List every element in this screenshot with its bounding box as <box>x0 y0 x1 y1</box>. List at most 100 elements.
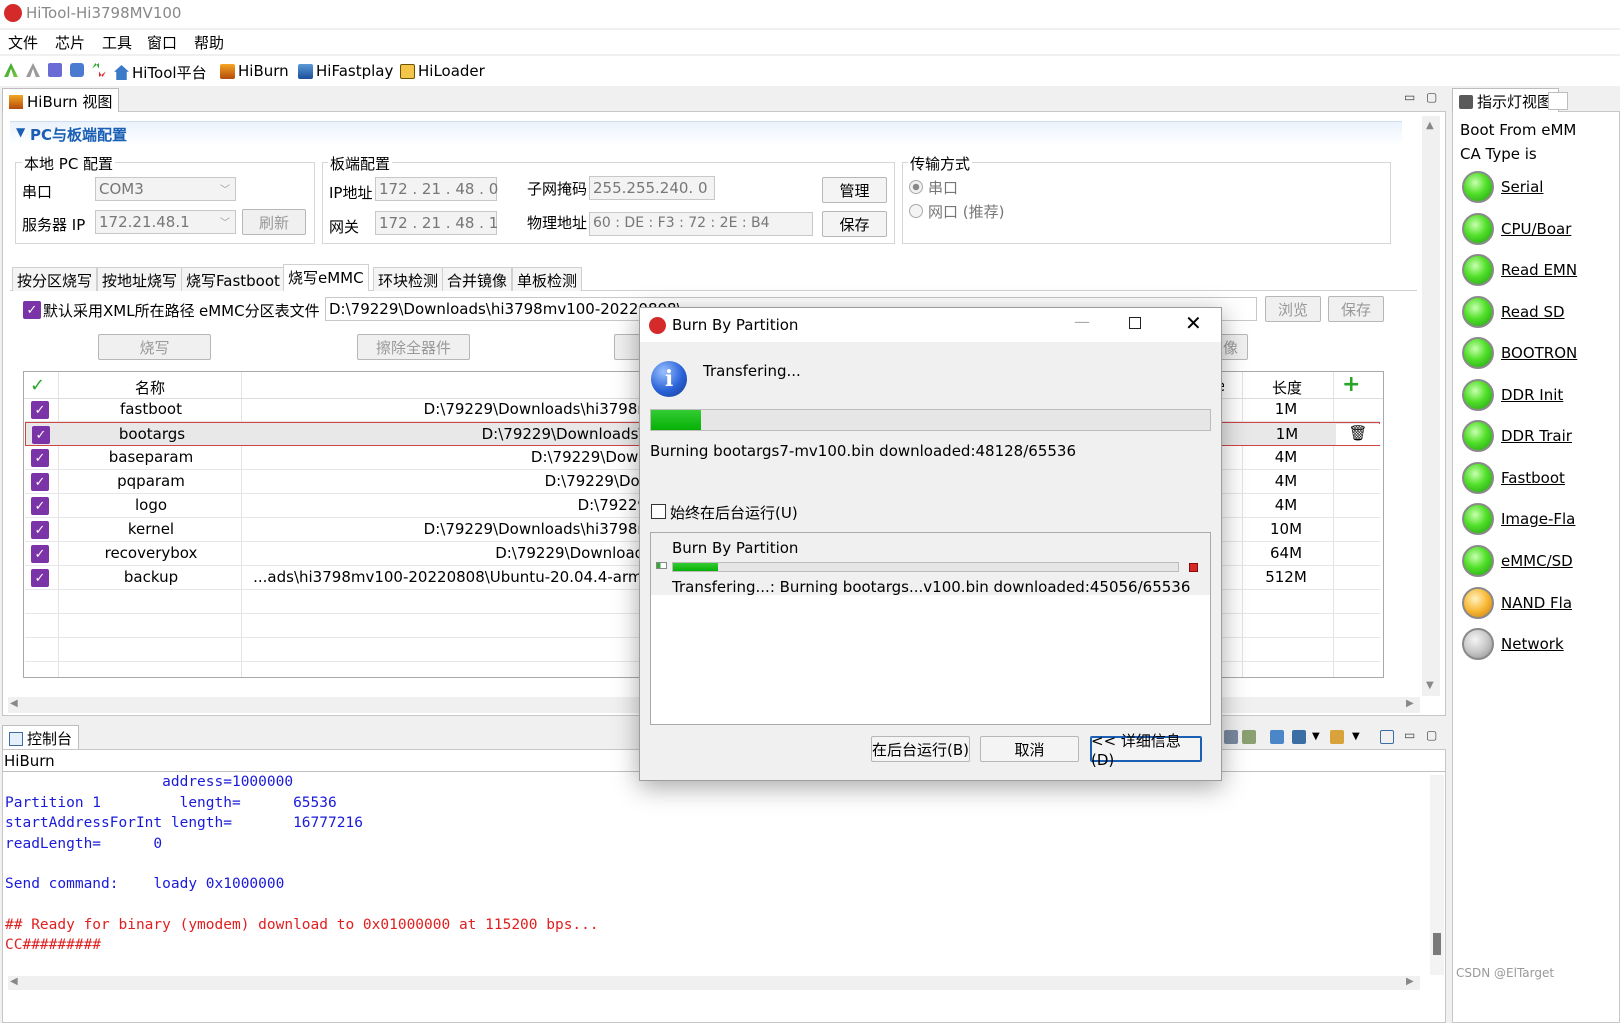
console-minimize-icon[interactable]: ▭ <box>1404 728 1415 742</box>
led-image-flash-label[interactable]: Image-Fla <box>1501 510 1575 528</box>
xml-default-checkbox[interactable]: ✓ <box>23 301 41 319</box>
tab-console[interactable]: 控制台 <box>2 725 80 749</box>
toolbar-hiburn[interactable]: HiBurn <box>220 62 289 80</box>
console-vertical-scrollbar[interactable] <box>1430 775 1444 975</box>
ip-field[interactable]: 172 . 21 . 48 . 0 <box>375 177 498 201</box>
menu-help[interactable]: 帮助 <box>194 32 224 53</box>
scroll-right-icon[interactable]: ▶ <box>1406 976 1414 987</box>
minimize-icon[interactable]: ▭ <box>1404 90 1415 104</box>
tab-hiburn-view[interactable]: HiBurn 视图 <box>2 88 120 112</box>
dialog-close-icon[interactable]: ✕ <box>1185 311 1202 335</box>
toolbar-hiloader[interactable]: HiLoader <box>400 62 485 80</box>
menu-file[interactable]: 文件 <box>8 32 38 53</box>
dialog-maximize-icon[interactable] <box>1129 317 1141 329</box>
led-ddr-init-label[interactable]: DDR Init <box>1501 386 1563 404</box>
row-checkbox[interactable]: ✓ <box>32 426 50 444</box>
radio-network[interactable] <box>909 204 923 218</box>
led-ddr-train-label[interactable]: DDR Trair <box>1501 427 1572 445</box>
gateway-field[interactable]: 172 . 21 . 48 . 1 <box>375 211 498 235</box>
burn-button[interactable]: 烧写 <box>98 334 211 360</box>
scroll-left-icon[interactable]: ◀ <box>10 698 18 709</box>
row-checkbox[interactable]: ✓ <box>31 449 49 467</box>
tab-burn-fastboot[interactable]: 烧写Fastboot <box>181 267 285 291</box>
led-bootrom-label[interactable]: BOOTRON <box>1501 344 1577 362</box>
vertical-scrollbar[interactable]: ▲ ▼ <box>1422 116 1440 696</box>
toolbar-hifastplay[interactable]: HiFastplay <box>298 62 393 80</box>
led-read-emmc-label[interactable]: Read EMN <box>1501 261 1577 279</box>
serial-select[interactable]: COM3 ﹀ <box>95 177 236 201</box>
server-ip-select[interactable]: 172.21.48.1 ﹀ <box>95 210 236 234</box>
console-maximize-icon[interactable]: ▢ <box>1426 728 1437 742</box>
menu-tools[interactable]: 工具 <box>102 32 132 53</box>
scroll-lock-icon[interactable] <box>1242 730 1256 744</box>
merge-image-button[interactable]: 像 <box>1218 334 1248 360</box>
subnet-mask-field[interactable]: 255.255.240. 0 <box>589 176 715 200</box>
stop-icon[interactable] <box>1189 563 1198 572</box>
open-console-icon[interactable] <box>1330 730 1344 744</box>
connect-icon[interactable] <box>4 63 18 77</box>
run-background-checkbox[interactable] <box>651 504 666 519</box>
indicator-view-menu[interactable] <box>1548 92 1568 110</box>
details-button[interactable]: << 详细信息(D) <box>1090 732 1202 769</box>
scroll-left-icon[interactable]: ◀ <box>10 976 18 987</box>
scroll-up-icon[interactable]: ▲ <box>1426 120 1434 131</box>
led-emmc-sd-label[interactable]: eMMC/SD <box>1501 552 1573 570</box>
refresh-button[interactable]: 刷新 <box>242 209 306 235</box>
clear-console-icon[interactable] <box>1224 730 1238 744</box>
erase-all-button[interactable]: 擦除全器件 <box>357 334 470 360</box>
pc-config-section-header[interactable]: ▼ PC与板端配置 <box>10 121 1402 145</box>
tab-burn-emmc[interactable]: 烧写eMMC <box>283 264 369 291</box>
browse-button[interactable]: 浏览 <box>1265 296 1321 322</box>
scroll-right-icon[interactable]: ▶ <box>1406 698 1414 709</box>
manage-button[interactable]: 管理 <box>822 177 887 203</box>
maximize-icon[interactable]: ▢ <box>1426 90 1437 104</box>
transfer-arrows-icon[interactable] <box>92 63 106 77</box>
display-console-icon[interactable] <box>1292 730 1306 744</box>
console-horizontal-scrollbar[interactable]: ◀ ▶ <box>8 976 1420 990</box>
run-background-button[interactable]: 在后台运行(B) <box>871 736 970 762</box>
row-checkbox[interactable]: ✓ <box>31 473 49 491</box>
radio-serial-label: 串口 <box>928 179 959 197</box>
dialog-minimize-icon[interactable]: — <box>1074 312 1090 331</box>
row-checkbox[interactable]: ✓ <box>31 545 49 563</box>
board-save-button[interactable]: 保存 <box>822 211 887 237</box>
disconnect-icon[interactable] <box>26 63 40 77</box>
emmc-save-button[interactable]: 保存 <box>1328 296 1384 322</box>
tab-merge-image[interactable]: 合并镜像 <box>442 267 513 291</box>
row-checkbox[interactable]: ✓ <box>31 521 49 539</box>
row-checkbox[interactable]: ✓ <box>31 497 49 515</box>
led-read-sd-label[interactable]: Read SD <box>1501 303 1565 321</box>
console-scroll-thumb[interactable] <box>1433 933 1441 955</box>
chevron-down-icon[interactable]: ▼ <box>1312 731 1320 742</box>
mac-field[interactable]: 60 : DE : F3 : 72 : 2E : B4 <box>589 212 813 236</box>
led-network-label[interactable]: Network <box>1501 635 1564 653</box>
cancel-button[interactable]: 取消 <box>980 736 1079 762</box>
console-line: Partition 1 length= 65536 <box>5 795 337 811</box>
led-cpu-board-label[interactable]: CPU/Boar <box>1501 220 1571 238</box>
add-partition-icon[interactable]: + <box>1342 372 1360 397</box>
view-menu-icon[interactable] <box>1380 730 1394 744</box>
chip-config-icon[interactable] <box>48 63 62 77</box>
chevron-down-icon[interactable]: ▼ <box>1352 731 1360 742</box>
board-icon[interactable] <box>70 63 84 77</box>
row-checkbox[interactable]: ✓ <box>31 401 49 419</box>
tab-burn-by-address[interactable]: 按地址烧写 <box>97 267 183 291</box>
tab-bad-block-check[interactable]: 环块检测 <box>373 267 444 291</box>
menu-window[interactable]: 窗口 <box>147 32 177 53</box>
led-fastboot-label[interactable]: Fastboot <box>1501 469 1565 487</box>
led-nand-flash-label[interactable]: NAND Fla <box>1501 594 1572 612</box>
scroll-down-icon[interactable]: ▼ <box>1426 680 1434 691</box>
radio-serial[interactable] <box>909 180 923 194</box>
pin-console-icon[interactable] <box>1270 730 1284 744</box>
tab-indicator-view[interactable]: 指示灯视图 <box>1452 88 1560 112</box>
chevron-down-icon: ﹀ <box>220 218 230 229</box>
menu-chip[interactable]: 芯片 <box>55 32 85 53</box>
trash-icon[interactable]: 🗑 <box>1336 424 1380 445</box>
row-checkbox[interactable]: ✓ <box>31 569 49 587</box>
tab-burn-by-partition[interactable]: 按分区烧写 <box>12 267 98 291</box>
toolbar-hitool[interactable]: HiTool平台 <box>114 62 207 83</box>
tab-board-check[interactable]: 单板检测 <box>512 267 583 291</box>
led-serial-label[interactable]: Serial <box>1501 178 1543 196</box>
chevron-down-icon: ▼ <box>16 125 26 139</box>
check-all-icon[interactable]: ✓ <box>30 375 45 396</box>
